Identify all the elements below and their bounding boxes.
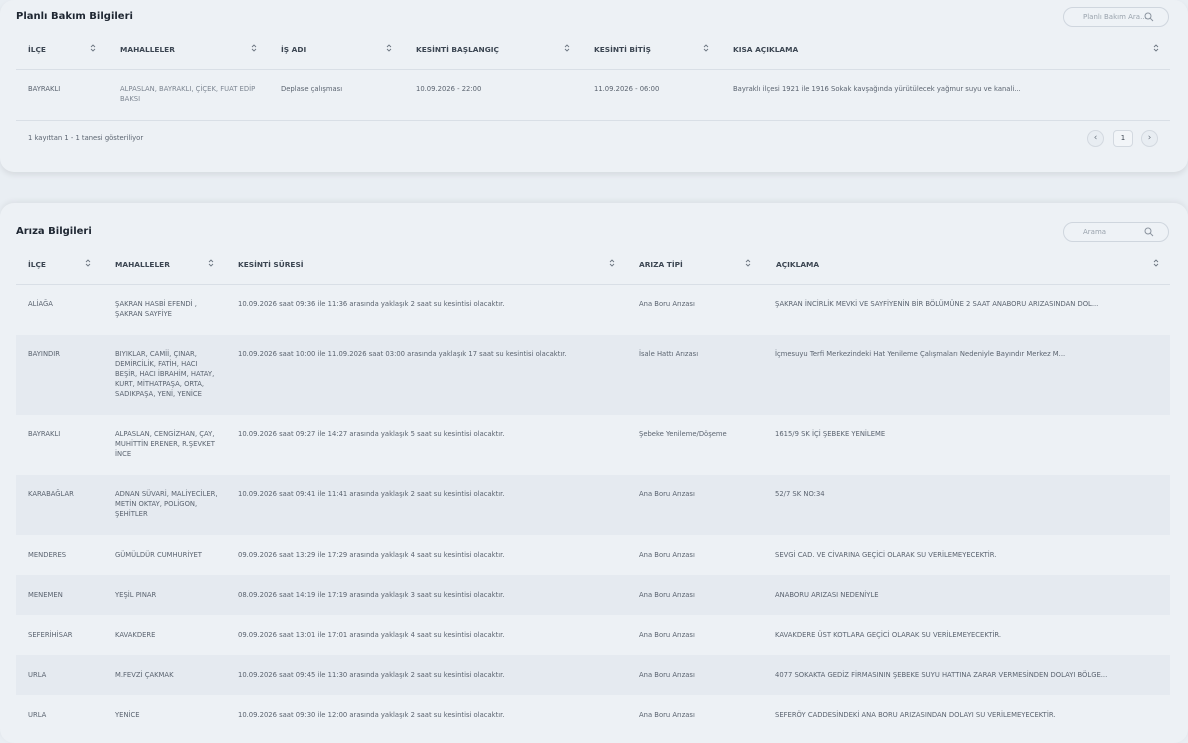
search-icon	[1144, 12, 1154, 22]
cell-aciklama: SEFERÖY CADDESİNDEKİ ANA BORU ARIZASINDA…	[775, 711, 1056, 719]
column-header-mahalleler[interactable]: MAHALLELER	[115, 260, 170, 269]
column-header-ilce[interactable]: İLÇE	[28, 260, 46, 269]
column-header-mahalleler[interactable]: MAHALLELER	[120, 45, 175, 54]
cell-ariza-tipi: Ana Boru Arızası	[639, 671, 695, 679]
cell-kesinti-suresi: 10.09.2026 saat 09:45 ile 11:30 arasında…	[238, 671, 505, 679]
cell-aciklama: ANABORU ARIZASI NEDENİYLE	[775, 591, 879, 599]
cell-kesinti-suresi: 10.09.2026 saat 09:30 ile 12:00 arasında…	[238, 711, 505, 719]
pagination-info: 1 kayıttan 1 - 1 tanesi gösteriliyor	[28, 134, 144, 142]
column-header-ilce[interactable]: İLÇE	[28, 45, 46, 54]
fault-info-title: Arıza Bilgileri	[16, 226, 92, 237]
cell-mahalleler: BIYIKLAR, CAMİİ, ÇINAR, DEMİRCİLİK, FATİ…	[115, 350, 215, 398]
sort-icon[interactable]	[703, 43, 709, 53]
sort-icon[interactable]	[386, 43, 392, 53]
sort-icon[interactable]	[208, 258, 214, 268]
cell-mahalleler: ALPASLAN, BAYRAKLI, ÇİÇEK, FUAT EDİP BAK…	[120, 85, 256, 103]
cell-aciklama: ŞAKRAN İNCİRLİK MEVKİ VE SAYFİYENİN BİR …	[775, 300, 1099, 308]
cell-ilce: MENDERES	[28, 551, 67, 559]
cell-mahalleler: KAVAKDERE	[115, 631, 156, 639]
table-row[interactable]: BAYRAKLI ALPASLAN, BAYRAKLI, ÇİÇEK, FUAT…	[16, 70, 1170, 120]
cell-aciklama: Bayraklı ilçesi 1921 ile 1916 Sokak kavş…	[733, 85, 1021, 93]
cell-kesinti-suresi: 10.09.2026 saat 09:27 ile 14:27 arasında…	[238, 430, 505, 438]
cell-kesinti-suresi: 10.09.2026 saat 09:36 ile 11:36 arasında…	[238, 300, 505, 308]
cell-mahalleler: ADNAN SÜVARİ, MALİYECİLER, METİN OKTAY, …	[115, 490, 218, 518]
sort-icon[interactable]	[251, 43, 257, 53]
column-header-kesinti-bitis[interactable]: KESİNTİ BİTİŞ	[594, 45, 651, 54]
cell-ariza-tipi: Şebeke Yenileme/Döşeme	[639, 430, 727, 438]
next-page-button[interactable]: ›	[1141, 130, 1158, 147]
table-row[interactable]: SEFERİHİSAR KAVAKDERE 09.09.2026 saat 13…	[16, 615, 1170, 655]
table-row[interactable]: BAYRAKLI ALPASLAN, CENGİZHAN, ÇAY, MUHİT…	[16, 415, 1170, 475]
cell-kesinti-suresi: 10.09.2026 saat 09:41 ile 11:41 arasında…	[238, 490, 505, 498]
table-row[interactable]: ALİAĞA ŞAKRAN HASBİ EFENDİ , ŞAKRAN SAYF…	[16, 285, 1170, 335]
cell-mahalleler: ŞAKRAN HASBİ EFENDİ , ŞAKRAN SAYFİYE	[115, 300, 197, 318]
cell-baslangic: 10.09.2026 - 22:00	[416, 85, 482, 93]
planned-search-input[interactable]: Planlı Bakım Ara...	[1063, 7, 1169, 27]
table-row[interactable]: MENDERES GÜMÜLDÜR CUMHURİYET 09.09.2026 …	[16, 535, 1170, 575]
planned-maintenance-card: Planlı Bakım Bilgileri Planlı Bakım Ara.…	[0, 0, 1188, 172]
cell-ariza-tipi: Ana Boru Arızası	[639, 490, 695, 498]
sort-icon[interactable]	[1153, 43, 1159, 53]
divider	[16, 120, 1170, 121]
cell-aciklama: KAVAKDERE ÜST KOTLARA GEÇİCİ OLARAK SU V…	[775, 631, 1002, 639]
column-header-kesinti-baslangic[interactable]: KESİNTİ BAŞLANGIÇ	[416, 45, 499, 54]
cell-aciklama: 4077 SOKAKTA GEDİZ FİRMASININ ŞEBEKE SUY…	[775, 671, 1108, 679]
cell-mahalleler: M.FEVZİ ÇAKMAK	[115, 671, 174, 679]
cell-aciklama: SEVGİ CAD. VE CİVARINA GEÇİCİ OLARAK SU …	[775, 551, 997, 559]
cell-ilce: SEFERİHİSAR	[28, 631, 73, 639]
cell-ilce: KARABAĞLAR	[28, 490, 74, 498]
fault-info-card: Arıza Bilgileri Arama İLÇE MAHALLELER KE…	[0, 203, 1188, 743]
cell-aciklama: İçmesuyu Terfi Merkezindeki Hat Yenileme…	[775, 350, 1066, 358]
column-header-kesinti-suresi[interactable]: KESİNTİ SÜRESİ	[238, 260, 304, 269]
column-header-aciklama[interactable]: AÇIKLAMA	[776, 260, 819, 269]
fault-search-placeholder: Arama	[1083, 228, 1107, 236]
cell-ilce: URLA	[28, 711, 47, 719]
cell-mahalleler: YENİCE	[115, 711, 140, 719]
cell-ilce: BAYINDIR	[28, 350, 60, 358]
sort-icon[interactable]	[609, 258, 615, 268]
cell-ilce: URLA	[28, 671, 47, 679]
column-header-kisa-aciklama[interactable]: KISA AÇIKLAMA	[733, 45, 798, 54]
cell-bitis: 11.09.2026 - 06:00	[594, 85, 660, 93]
cell-aciklama: 52/7 SK NO:34	[775, 490, 825, 498]
cell-ariza-tipi: Ana Boru Arızası	[639, 631, 695, 639]
cell-ariza-tipi: Ana Boru Arızası	[639, 300, 695, 308]
cell-kesinti-suresi: 08.09.2026 saat 14:19 ile 17:19 arasında…	[238, 591, 505, 599]
cell-ariza-tipi: Ana Boru Arızası	[639, 551, 695, 559]
cell-mahalleler: GÜMÜLDÜR CUMHURİYET	[115, 551, 202, 559]
column-header-ariza-tipi[interactable]: ARIZA TİPİ	[639, 260, 683, 269]
cell-mahalleler: ALPASLAN, CENGİZHAN, ÇAY, MUHİTTİN ERENE…	[115, 430, 215, 458]
cell-ilce: BAYRAKLI	[28, 430, 61, 438]
cell-kesinti-suresi: 10.09.2026 saat 10:00 ile 11.09.2026 saa…	[238, 350, 567, 358]
sort-icon[interactable]	[564, 43, 570, 53]
cell-mahalleler: YEŞİL PINAR	[115, 591, 157, 599]
planned-maintenance-title: Planlı Bakım Bilgileri	[16, 11, 133, 22]
column-header-is-adi[interactable]: İŞ ADI	[281, 45, 306, 54]
cell-kesinti-suresi: 09.09.2026 saat 13:29 ile 17:29 arasında…	[238, 551, 505, 559]
cell-ariza-tipi: İsale Hattı Arızası	[639, 350, 699, 358]
table-row[interactable]: MENEMEN YEŞİL PINAR 08.09.2026 saat 14:1…	[16, 575, 1170, 615]
sort-icon[interactable]	[90, 43, 96, 53]
cell-ariza-tipi: Ana Boru Arızası	[639, 591, 695, 599]
table-row[interactable]: BAYINDIR BIYIKLAR, CAMİİ, ÇINAR, DEMİRCİ…	[16, 335, 1170, 415]
sort-icon[interactable]	[745, 258, 751, 268]
cell-ilce: ALİAĞA	[28, 300, 53, 308]
cell-ilce: MENEMEN	[28, 591, 63, 599]
search-icon	[1144, 227, 1154, 237]
cell-aciklama: 1615/9 SK İÇİ ŞEBEKE YENİLEME	[775, 430, 886, 438]
table-row[interactable]: URLA YENİCE 10.09.2026 saat 09:30 ile 12…	[16, 695, 1170, 735]
cell-ariza-tipi: Ana Boru Arızası	[639, 711, 695, 719]
fault-search-input[interactable]: Arama	[1063, 222, 1169, 242]
sort-icon[interactable]	[1153, 258, 1159, 268]
planned-search-placeholder: Planlı Bakım Ara...	[1083, 13, 1147, 21]
prev-page-button[interactable]: ‹	[1087, 130, 1104, 147]
cell-ilce: BAYRAKLI	[28, 85, 61, 93]
table-row[interactable]: KARABAĞLAR ADNAN SÜVARİ, MALİYECİLER, ME…	[16, 475, 1170, 535]
page-number-button[interactable]: 1	[1113, 130, 1133, 147]
cell-is-adi: Deplase çalışması	[281, 85, 343, 93]
cell-kesinti-suresi: 09.09.2026 saat 13:01 ile 17:01 arasında…	[238, 631, 505, 639]
table-row[interactable]: URLA M.FEVZİ ÇAKMAK 10.09.2026 saat 09:4…	[16, 655, 1170, 695]
sort-icon[interactable]	[85, 258, 91, 268]
